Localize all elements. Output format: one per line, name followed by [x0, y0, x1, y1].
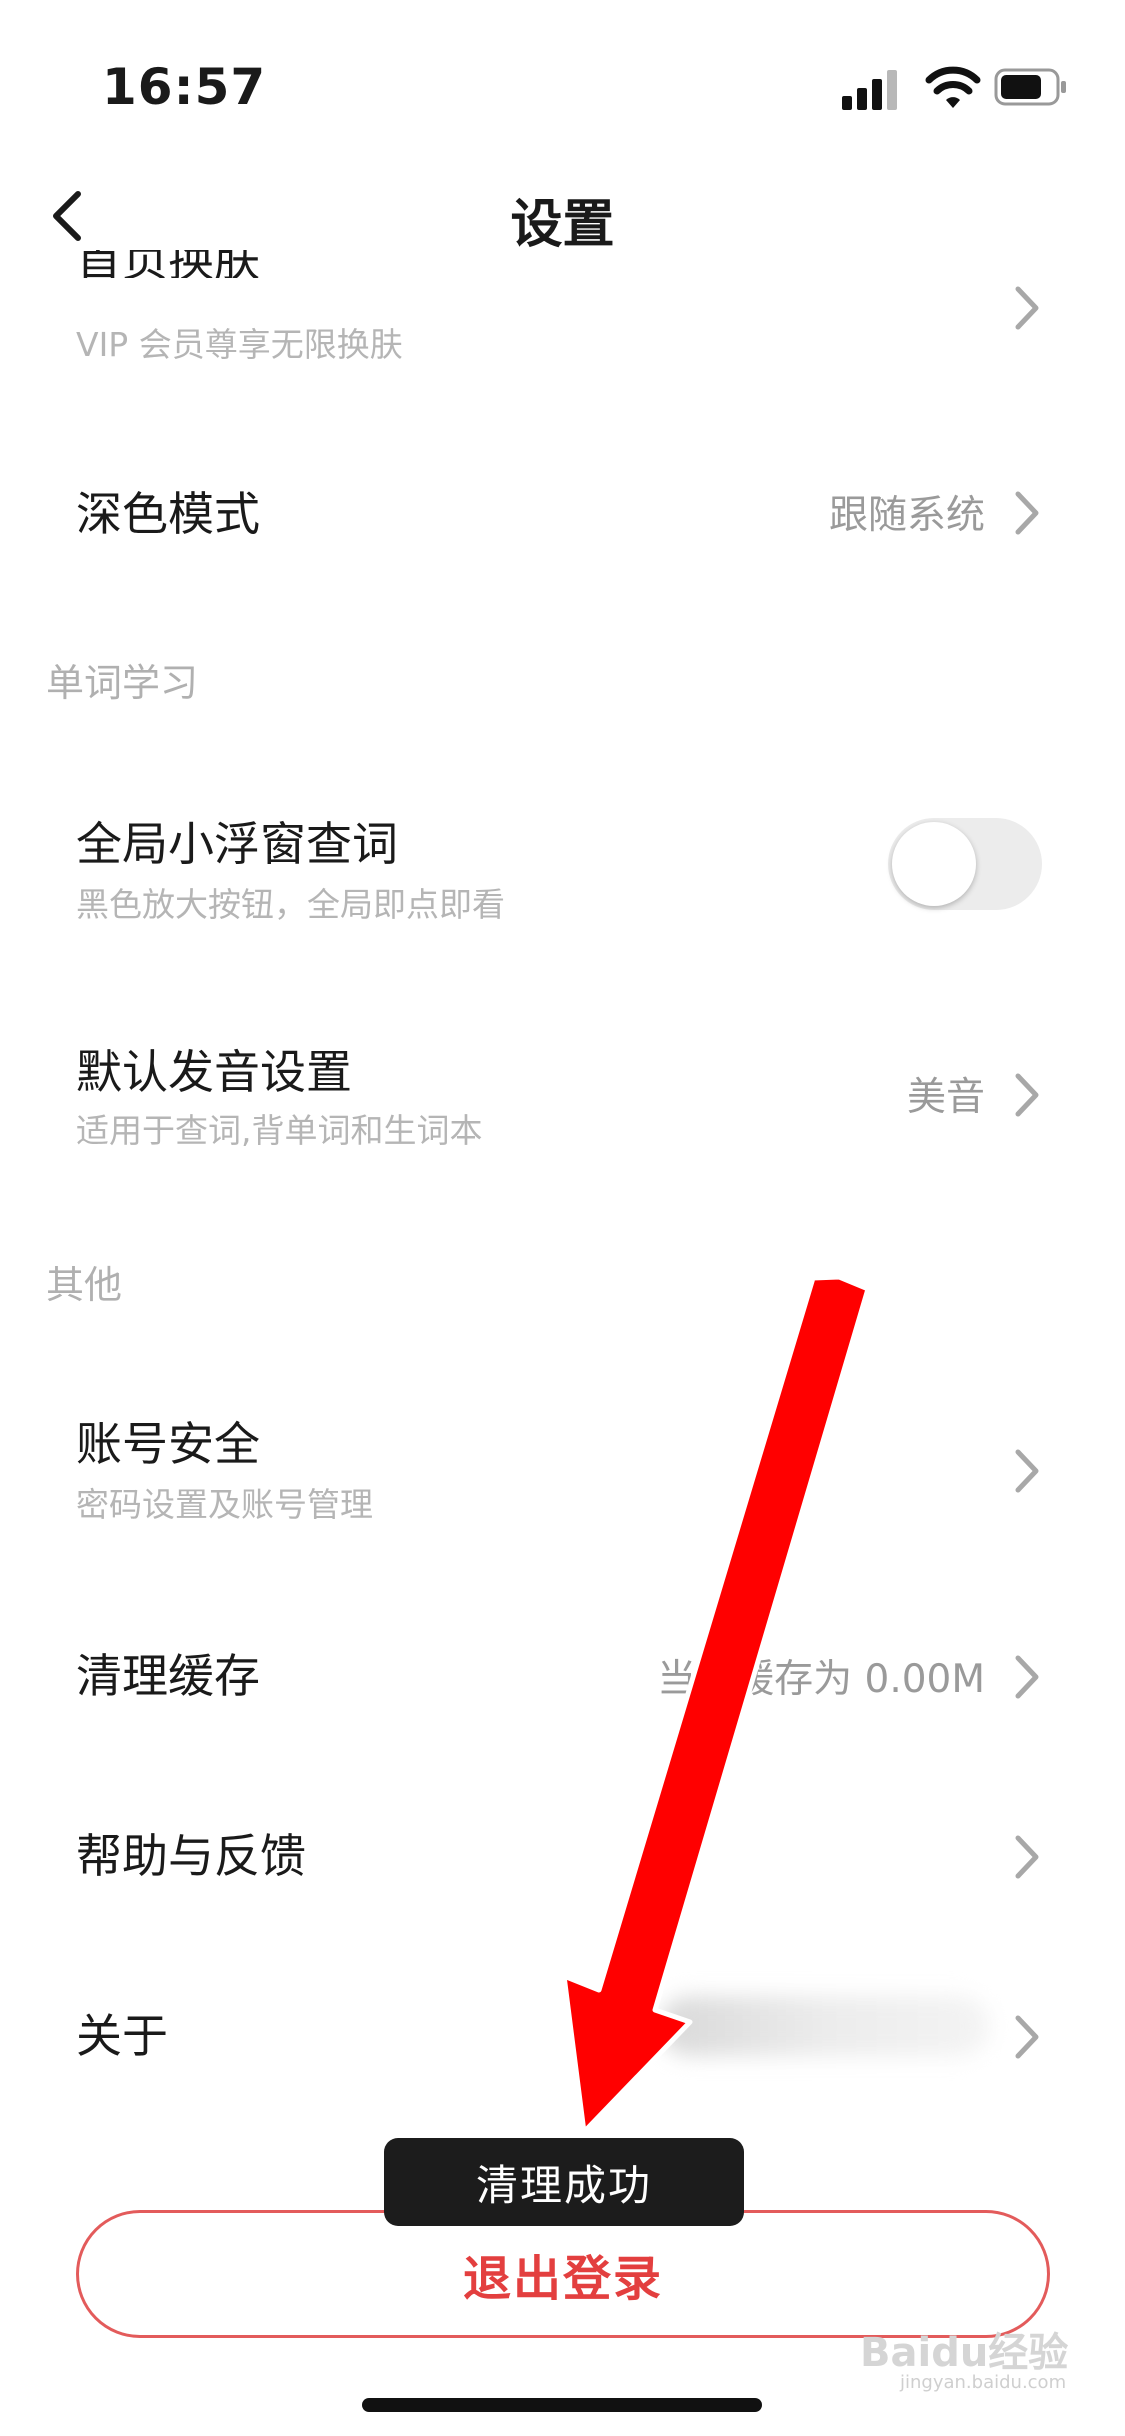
pronunciation-row-chevron-icon[interactable] — [1010, 1070, 1044, 1120]
dark-mode-row-chevron-icon[interactable] — [1010, 488, 1044, 538]
account-security-row-subtitle: 密码设置及账号管理 — [76, 1485, 373, 1524]
about-row-chevron-icon[interactable] — [1010, 2012, 1044, 2062]
skin-row-chevron-icon[interactable] — [1010, 283, 1044, 333]
toast-text: 清理成功 — [475, 2160, 652, 2210]
dark-mode-row-title[interactable]: 深色模式 — [76, 478, 260, 544]
clear-cache-row-value: 当前缓存为 0.00M — [657, 1657, 985, 1702]
about-row-title[interactable]: 关于 — [76, 2000, 168, 2066]
section-header-word-study: 单词学习 — [46, 661, 199, 705]
floating-window-row-title: 全局小浮窗查词 — [76, 817, 398, 871]
watermark-url: jingyan.baidu.com — [900, 2372, 1067, 2393]
account-security-row-title[interactable]: 账号安全 — [76, 1408, 260, 1474]
skin-row-subtitle: VIP 会员尊享无限换肤 — [76, 325, 403, 364]
clear-cache-row-chevron-icon[interactable] — [1010, 1652, 1044, 1702]
account-security-row-chevron-icon[interactable] — [1010, 1446, 1044, 1496]
logout-button[interactable]: 退出登录 — [76, 2210, 1050, 2338]
help-feedback-row-chevron-icon[interactable] — [1010, 1832, 1044, 1882]
status-time: 16:57 — [102, 58, 267, 116]
blurred-version-value — [660, 1996, 990, 2056]
pronunciation-row-value: 美音 — [906, 1075, 985, 1120]
watermark-logo: Baidu经验 — [860, 2330, 1069, 2376]
wifi-icon — [925, 66, 981, 108]
toast-message: 清理成功 — [384, 2138, 744, 2226]
floating-window-row-subtitle: 黑色放大按钮，全局即点即看 — [76, 885, 505, 924]
pronunciation-row-title[interactable]: 默认发音设置 — [76, 1036, 352, 1102]
toggle-knob — [892, 822, 976, 906]
home-indicator — [362, 2398, 762, 2412]
clear-cache-row-title[interactable]: 清理缓存 — [76, 1640, 260, 1706]
help-feedback-row-title[interactable]: 帮助与反馈 — [76, 1820, 306, 1886]
dark-mode-row-value: 跟随系统 — [828, 493, 985, 538]
floating-window-toggle[interactable] — [888, 818, 1042, 910]
logout-button-label: 退出登录 — [462, 2251, 663, 2307]
page-title: 设置 — [510, 195, 615, 255]
section-header-other: 其他 — [46, 1263, 123, 1307]
cellular-signal-icon — [842, 70, 898, 110]
battery-icon — [994, 68, 1066, 106]
skin-row-title: 首页换肤 — [76, 250, 260, 278]
pronunciation-row-subtitle: 适用于查词,背单词和生词本 — [76, 1111, 483, 1150]
